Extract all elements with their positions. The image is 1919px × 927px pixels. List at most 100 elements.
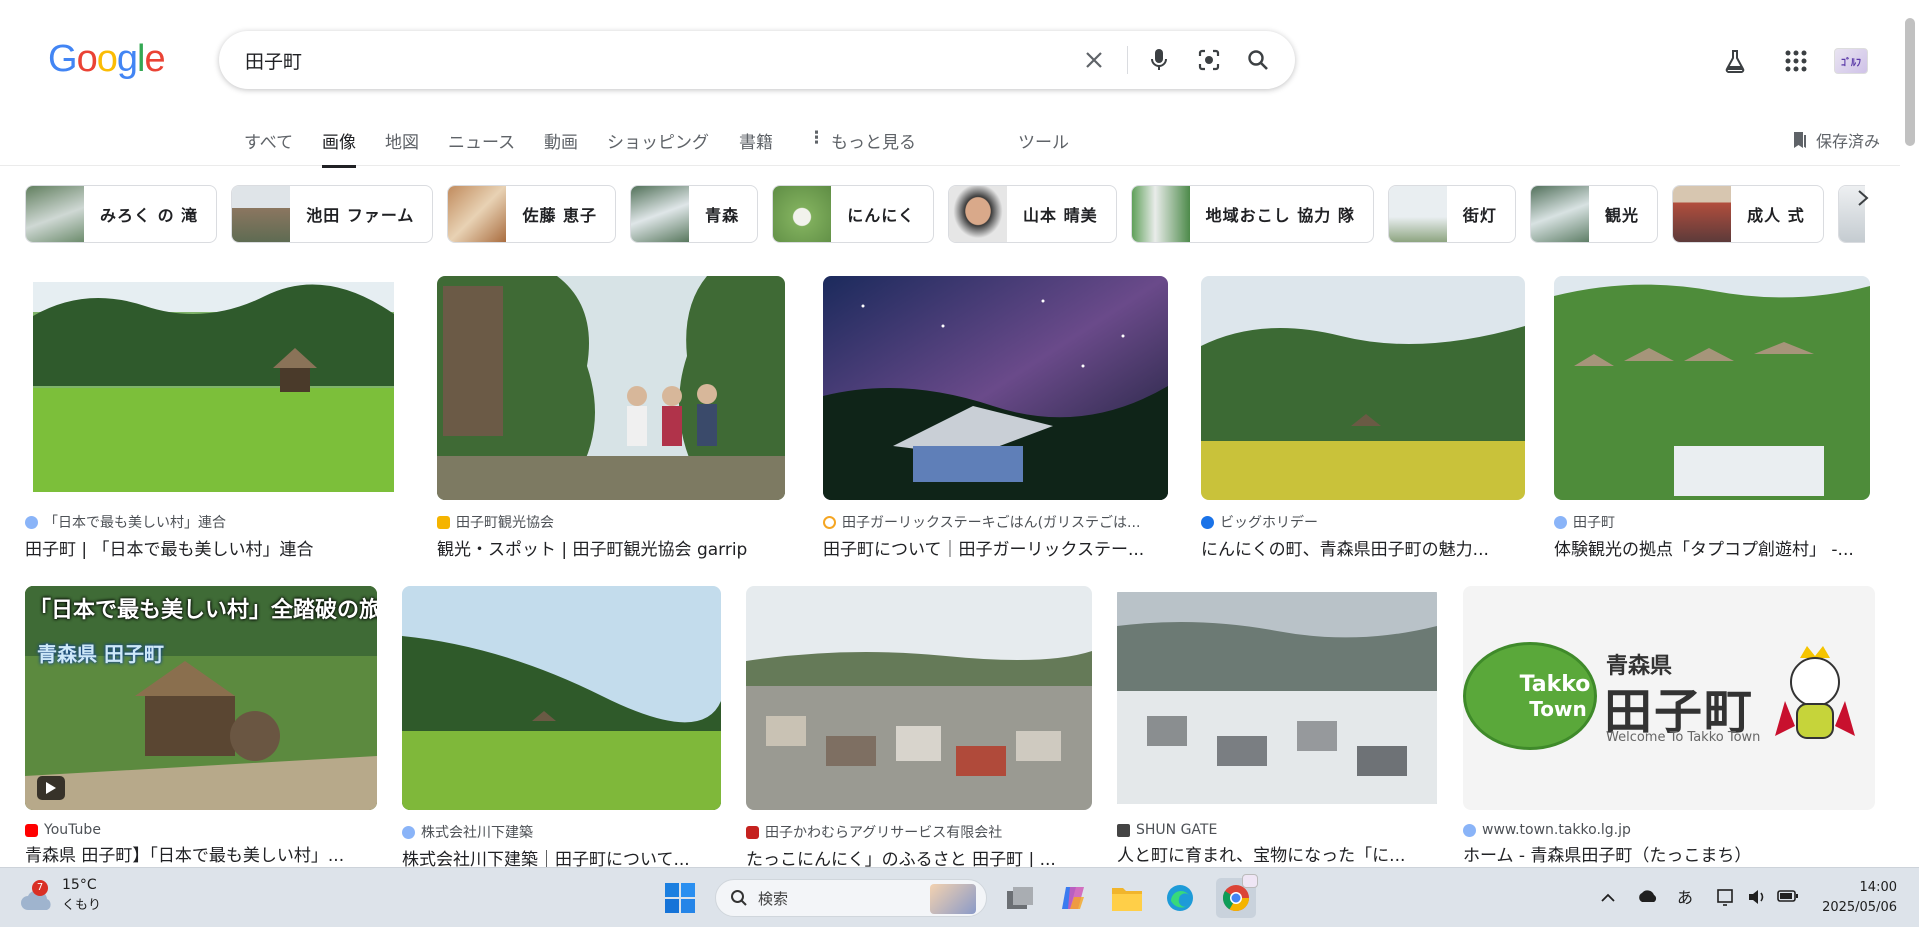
chip-thumbnail: [949, 186, 1007, 242]
favicon-icon: [823, 515, 836, 529]
result-source: www.town.takko.lg.jp: [1463, 822, 1875, 838]
result-title: 田子町 | 「日本で最も美しい村」連合: [25, 540, 314, 560]
result-source: 田子ガーリックステーキごはん(ガリステごは...: [823, 512, 1168, 532]
chip-gaitou[interactable]: 街灯: [1387, 185, 1516, 243]
labs-flask-icon[interactable]: [1720, 46, 1750, 76]
tab-tools[interactable]: ツール: [1018, 128, 1069, 165]
system-clock[interactable]: 14:00 2025/05/06: [1822, 878, 1897, 918]
copilot-icon[interactable]: [1053, 878, 1093, 918]
chip-sato-keiko[interactable]: 佐藤 恵子: [447, 185, 617, 243]
apps-grid-icon[interactable]: [1781, 46, 1811, 76]
header: Google ｺﾞﾙﾌ: [0, 0, 1900, 118]
chip-aomori[interactable]: 青森: [630, 185, 759, 243]
result-source: SHUN GATE: [1117, 822, 1437, 838]
cloud-icon: 7: [20, 879, 54, 910]
weather-widget[interactable]: 7 15°C くもり: [20, 876, 101, 913]
more-vert-icon: ⋮: [808, 128, 825, 148]
onedrive-cloud-icon[interactable]: [1637, 888, 1659, 907]
chip-thumbnail: [773, 186, 832, 242]
microphone-icon[interactable]: [1144, 45, 1174, 75]
chip-ninniku[interactable]: にんにく: [772, 185, 934, 243]
clock-date: 2025/05/06: [1822, 900, 1897, 915]
result-source: ビッグホリデー: [1201, 512, 1525, 532]
chip-thumbnail: [1531, 186, 1590, 242]
lens-icon[interactable]: [1194, 45, 1224, 75]
windows-start-icon[interactable]: [660, 878, 700, 918]
chips-next-arrow-icon[interactable]: [1848, 183, 1878, 213]
result-title: 観光・スポット | 田子町観光協会 garrip: [437, 540, 748, 560]
result-source: 「日本で最も美しい村」連合: [25, 512, 402, 532]
result-image: 「日本で最も美しい村」全踏破の旅 青森県 田子町: [25, 586, 377, 810]
tray-overflow-chevron-icon[interactable]: [1600, 888, 1616, 907]
image-result[interactable]: SHUN GATE 人と町に育まれ、宝物になった「に...: [1117, 586, 1437, 866]
weather-temperature: 15°C: [62, 877, 97, 893]
chip-thumbnail: [1388, 186, 1447, 242]
google-logo[interactable]: Google: [48, 38, 166, 81]
search-highlight-image: [930, 884, 976, 914]
related-chips: みろく の 滝 池田 ファーム 佐藤 恵子 青森 にんにく 山本 晴美 地域おこ…: [25, 185, 1865, 245]
image-result[interactable]: ビッグホリデー にんにくの町、青森県田子町の魅力...: [1201, 276, 1525, 560]
chip-thumbnail: [26, 186, 84, 242]
search-tabs: すべて 画像 地図 ニュース 動画 ショッピング 書籍 ⋮ もっと見る ツール …: [0, 118, 1900, 168]
tab-shopping[interactable]: ショッピング: [607, 128, 709, 165]
tab-videos[interactable]: 動画: [544, 128, 578, 165]
image-result[interactable]: 「日本で最も美しい村」連合 田子町 | 「日本で最も美しい村」連合: [25, 276, 402, 560]
ime-indicator[interactable]: あ: [1677, 884, 1693, 908]
search-icon[interactable]: [1243, 45, 1273, 75]
tab-books[interactable]: 書籍: [739, 128, 773, 165]
tab-images[interactable]: 画像: [322, 128, 356, 168]
chip-kankou[interactable]: 観光: [1530, 185, 1659, 243]
chip-yamamoto-harumi[interactable]: 山本 晴美: [948, 185, 1117, 243]
video-result[interactable]: 「日本で最も美しい村」全踏破の旅 青森県 田子町 YouTube 青森県 田子町…: [25, 586, 377, 866]
chip-ikeda-farm[interactable]: 池田 ファーム: [231, 185, 434, 243]
chip-thumbnail: [631, 186, 690, 242]
taskbar-search-placeholder: 検索: [758, 889, 789, 908]
tab-all[interactable]: すべて: [244, 128, 293, 165]
result-image: [1117, 586, 1437, 810]
network-icon[interactable]: [1717, 888, 1737, 910]
image-result[interactable]: 田子かわむらアグリサービス有限会社 たっこにんにく」のふるさと 田子町 | ..…: [746, 586, 1092, 870]
page-scrollbar[interactable]: [1901, 0, 1919, 865]
chip-thumbnail: [232, 186, 291, 242]
image-result[interactable]: 株式会社川下建築 株式会社川下建築｜田子町について...: [402, 586, 721, 870]
result-image: [437, 276, 785, 500]
saved-link[interactable]: 保存済み: [1792, 128, 1880, 152]
account-avatar[interactable]: ｺﾞﾙﾌ: [1834, 48, 1868, 74]
result-source: YouTube: [25, 822, 377, 838]
result-title: 田子町について｜田子ガーリックステー...: [823, 540, 1145, 560]
chip-label: 池田 ファーム: [306, 206, 415, 225]
favicon-icon: [25, 515, 38, 529]
chip-mirokunotaki[interactable]: みろく の 滝: [25, 185, 218, 243]
takko-logo-circle: Takko Town: [1463, 642, 1597, 750]
taskbar-search[interactable]: 検索: [715, 879, 987, 917]
result-title: にんにくの町、青森県田子町の魅力...: [1201, 540, 1489, 560]
image-result[interactable]: 田子町観光協会 観光・スポット | 田子町観光協会 garrip: [437, 276, 785, 560]
image-result[interactable]: 田子町 体験観光の拠点「タプコプ創遊村」 -...: [1554, 276, 1870, 560]
result-source: 田子町観光協会: [437, 512, 785, 532]
task-view-icon[interactable]: [1000, 878, 1040, 918]
chip-seijinshiki[interactable]: 成人 式: [1672, 185, 1824, 243]
search-input[interactable]: [245, 45, 1045, 75]
tab-more-label: もっと見る: [831, 133, 916, 153]
image-result[interactable]: 田子ガーリックステーキごはん(ガリステごは... 田子町について｜田子ガーリック…: [823, 276, 1168, 560]
youtube-icon: [25, 823, 38, 837]
favicon-icon: [1201, 515, 1214, 529]
result-title: 体験観光の拠点「タプコプ創遊村」 -...: [1554, 540, 1854, 560]
tab-news[interactable]: ニュース: [448, 128, 515, 165]
tab-more[interactable]: ⋮ もっと見る: [808, 128, 916, 165]
volume-icon[interactable]: [1747, 888, 1767, 910]
scrollbar-thumb[interactable]: [1905, 18, 1915, 146]
chip-label: 観光: [1605, 206, 1640, 225]
search-icon: [731, 890, 747, 906]
clock-time: 14:00: [1859, 880, 1897, 895]
edge-browser-icon[interactable]: [1160, 878, 1200, 918]
chip-chiikiokoshi[interactable]: 地域おこし 協力 隊: [1130, 185, 1374, 243]
result-image: [746, 586, 1092, 810]
tab-maps[interactable]: 地図: [385, 128, 419, 165]
windows-taskbar: 7 15°C くもり 検索 あ 14:00 2025/05/06: [0, 867, 1919, 927]
image-result[interactable]: Takko Town 青森県 田子町 Welcome To Takko Town…: [1463, 586, 1875, 866]
chrome-browser-icon[interactable]: [1216, 874, 1258, 918]
battery-icon[interactable]: [1777, 888, 1799, 908]
file-explorer-icon[interactable]: [1107, 878, 1147, 918]
clear-icon[interactable]: [1079, 45, 1109, 75]
